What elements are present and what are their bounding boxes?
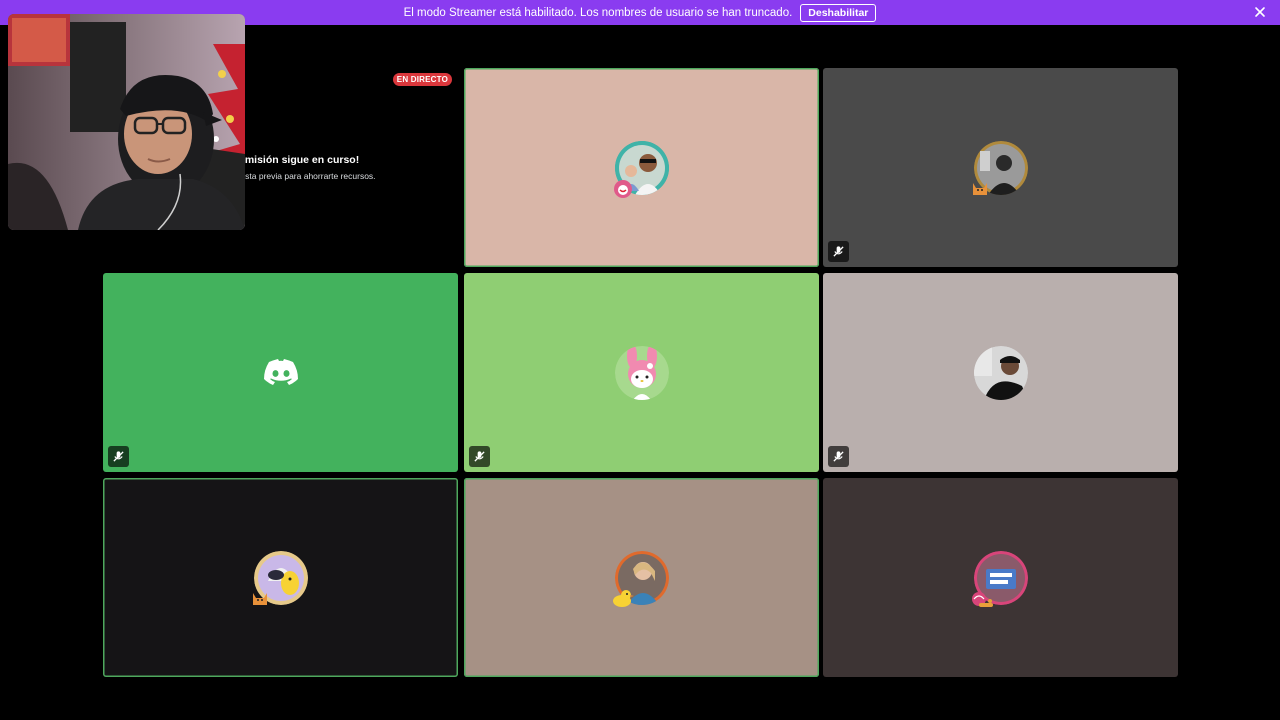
mic-off-icon [113, 451, 124, 462]
participant-tile[interactable] [103, 478, 458, 677]
discord-logo-icon [263, 358, 298, 385]
snail-decoration-icon [971, 591, 993, 607]
mic-off-icon [474, 451, 485, 462]
duck-decoration-icon [612, 589, 634, 607]
participant-avatar [972, 140, 1028, 195]
participant-tile[interactable] [823, 68, 1178, 267]
muted-indicator [469, 446, 490, 467]
participant-tile[interactable] [464, 273, 819, 472]
participant-tile[interactable] [103, 273, 458, 472]
close-icon[interactable] [1252, 4, 1268, 20]
disable-streamer-mode-button[interactable]: Deshabilitar [800, 3, 877, 22]
participant-tile[interactable] [823, 478, 1178, 677]
participant-avatar [612, 550, 669, 607]
participant-tile[interactable] [464, 478, 819, 677]
avatar-decoration-icon [613, 179, 632, 198]
participant-avatar [971, 550, 1028, 607]
cat-decoration-icon [252, 592, 267, 605]
muted-indicator [108, 446, 129, 467]
mic-off-icon [833, 451, 844, 462]
live-badge: EN DIRECTO [392, 73, 452, 86]
participant-tile[interactable] [464, 68, 819, 267]
participant-avatar [252, 550, 308, 605]
mic-off-icon [833, 246, 844, 257]
participant-tile[interactable] [823, 273, 1178, 472]
call-window: El modo Streamer está habilitado. Los no… [0, 0, 1280, 720]
participant-avatar [614, 345, 669, 400]
webcam-overlay [8, 14, 245, 230]
muted-indicator [828, 446, 849, 467]
participant-avatar [973, 345, 1028, 400]
streamer-mode-message: El modo Streamer está habilitado. Los no… [403, 6, 793, 19]
cat-decoration-icon [972, 182, 987, 195]
webcam-feed-image [8, 14, 245, 230]
participant-avatar [613, 140, 669, 198]
muted-indicator [828, 241, 849, 262]
